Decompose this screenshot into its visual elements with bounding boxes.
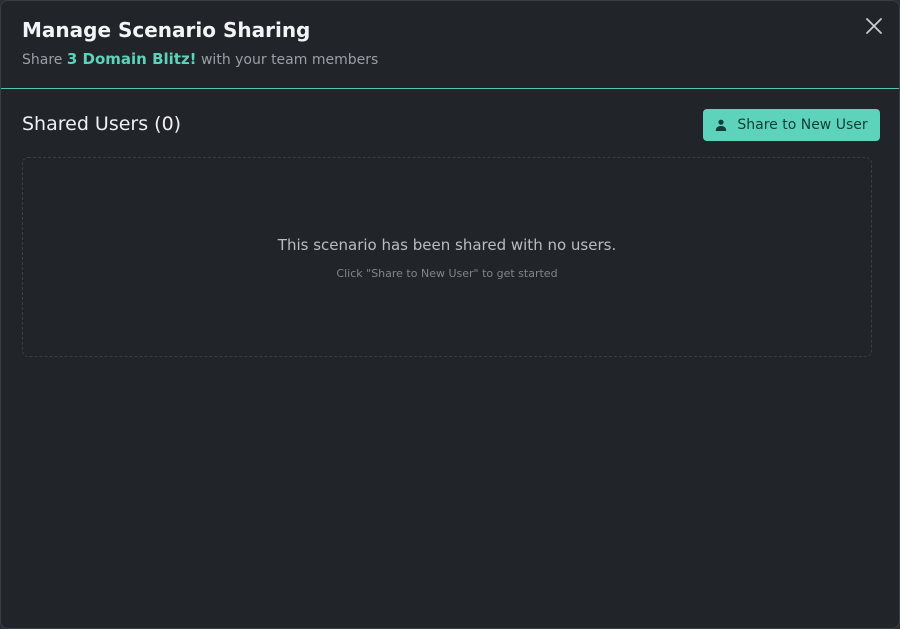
empty-state-hint: Click "Share to New User" to get started: [336, 267, 558, 280]
share-scenario-dialog: Manage Scenario Sharing Share 3 Domain B…: [0, 0, 900, 629]
close-icon: [866, 18, 882, 34]
share-button-label: Share to New User: [737, 117, 868, 133]
subtitle-prefix: Share: [22, 52, 63, 68]
empty-state-panel: This scenario has been shared with no us…: [22, 157, 872, 357]
subtitle-suffix: with your team members: [200, 52, 379, 68]
close-button[interactable]: [863, 15, 885, 37]
empty-state-message: This scenario has been shared with no us…: [277, 236, 617, 254]
user-icon: [716, 119, 727, 131]
shared-users-title: Shared Users (0): [22, 113, 182, 135]
dialog-title: Manage Scenario Sharing: [22, 18, 311, 42]
scenario-name: 3 Domain Blitz!: [66, 50, 197, 68]
dialog-subtitle: Share 3 Domain Blitz! with your team mem…: [22, 50, 378, 68]
share-to-new-user-button[interactable]: Share to New User: [703, 109, 880, 141]
dialog-header: Manage Scenario Sharing Share 3 Domain B…: [1, 1, 899, 89]
